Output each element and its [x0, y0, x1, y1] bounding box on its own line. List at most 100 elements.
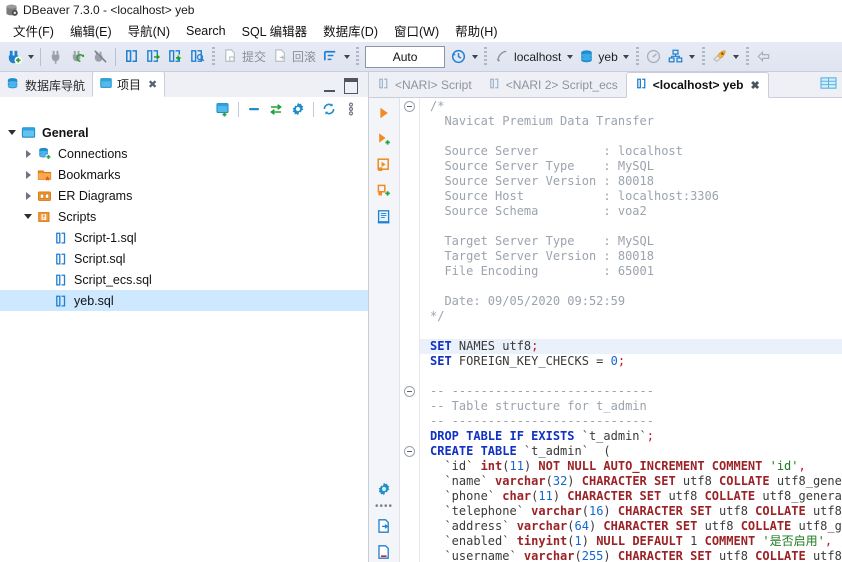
code-token: 32	[552, 474, 568, 488]
code-token: CHARACTER SET	[567, 489, 662, 503]
transaction-auto-commit-value[interactable]: Auto	[365, 45, 446, 68]
tree-item-script-sql[interactable]: Script.sql	[0, 248, 368, 269]
chevron-down-icon[interactable]	[20, 214, 36, 219]
view-menu-icon[interactable]	[340, 99, 362, 120]
code-fold-toggle[interactable]	[404, 101, 415, 112]
tree-item-general[interactable]: General	[0, 122, 368, 143]
transaction-mode-icon[interactable]	[319, 46, 341, 68]
code-token: )	[588, 519, 604, 533]
close-icon[interactable]: ✖	[750, 79, 759, 92]
database-name-label[interactable]: yeb	[597, 50, 620, 64]
rocket-dropdown-arrow[interactable]	[731, 46, 742, 68]
code-line: -- ----------------------------	[430, 384, 842, 399]
new-sql-editor-icon[interactable]	[142, 46, 164, 68]
menu-edit[interactable]: 编辑(E)	[62, 20, 120, 42]
sql-editor-tab-icon	[635, 77, 648, 93]
chevron-right-icon[interactable]	[20, 150, 36, 158]
code-line: Target Server Version : 80018	[430, 249, 842, 264]
explain-plan-icon[interactable]	[373, 206, 395, 227]
grid-view-icon[interactable]	[820, 76, 837, 94]
export-data-icon[interactable]	[373, 515, 395, 536]
menu-file[interactable]: 文件(F)	[5, 20, 62, 42]
code-token: File Encoding : 65001	[430, 264, 654, 278]
back-arrow-icon[interactable]	[753, 46, 775, 68]
schema-compare-dropdown-arrow[interactable]	[687, 46, 698, 68]
disconnect-all-icon[interactable]	[89, 46, 111, 68]
editor-tab-localhost-yeb[interactable]: <localhost> yeb ✖	[625, 72, 769, 98]
execute-script-icon[interactable]	[373, 128, 395, 149]
tree-item-bookmarks[interactable]: Bookmarks	[0, 164, 368, 185]
connection-name-label[interactable]: localhost	[513, 50, 564, 64]
close-icon[interactable]: ✖	[148, 78, 157, 91]
rollback-icon[interactable]	[269, 46, 291, 68]
refresh-icon[interactable]	[318, 99, 340, 120]
gear-icon[interactable]	[287, 99, 309, 120]
schema-compare-icon[interactable]	[665, 46, 687, 68]
transaction-history-icon[interactable]	[447, 46, 469, 68]
refresh-connection-icon[interactable]	[67, 46, 89, 68]
menu-sql-editor[interactable]: SQL 编辑器	[234, 20, 316, 42]
connection-icon[interactable]	[491, 46, 513, 68]
tree-item-script-1-sql[interactable]: Script-1.sql	[0, 227, 368, 248]
menu-navigate[interactable]: 导航(N)	[120, 20, 178, 42]
dashboard-icon[interactable]	[643, 46, 665, 68]
menu-search[interactable]: Search	[178, 23, 234, 40]
execute-new-tab-icon[interactable]	[373, 154, 395, 175]
editor-tab-label: <localhost> yeb	[652, 78, 744, 92]
commit-label[interactable]: 提交	[241, 48, 269, 65]
editor-tab-label: <NARI> Script	[395, 78, 472, 92]
tree-item-yeb-sql[interactable]: yeb.sql	[0, 290, 368, 311]
code-token: `telephone`	[430, 504, 532, 518]
chevron-down-icon[interactable]	[4, 130, 20, 135]
gear-icon[interactable]	[373, 478, 395, 499]
disconnect-icon[interactable]	[45, 46, 67, 68]
chevron-right-icon[interactable]	[20, 171, 36, 179]
rollback-label[interactable]: 回滚	[291, 48, 319, 65]
code-line: SET FOREIGN_KEY_CHECKS = 0;	[430, 354, 842, 369]
sql-code-area[interactable]: /* Navicat Premium Data Transfer Source …	[400, 98, 842, 562]
menu-help[interactable]: 帮助(H)	[447, 20, 505, 42]
rocket-icon[interactable]	[709, 46, 731, 68]
dots-icon[interactable]: ••••	[375, 502, 393, 512]
code-token: `enabled`	[430, 534, 517, 548]
tree-item-connections[interactable]: Connections	[0, 143, 368, 164]
commit-icon[interactable]	[219, 46, 241, 68]
project-icon	[20, 125, 37, 141]
tree-item-scripts[interactable]: Scripts	[0, 206, 368, 227]
new-connection-dropdown-arrow[interactable]	[25, 46, 36, 68]
chevron-right-icon[interactable]	[20, 192, 36, 200]
database-icon[interactable]	[575, 46, 597, 68]
project-tree[interactable]: General Connections Bookmarks ER Diagram…	[0, 121, 368, 562]
code-fold-toggle[interactable]	[404, 386, 415, 397]
collapse-all-icon[interactable]	[243, 99, 265, 120]
sql-script-search-icon[interactable]	[186, 46, 208, 68]
editor-tab-nari2-script-ecs[interactable]: <NARI 2> Script_ecs	[480, 73, 626, 97]
code-fold-toggle[interactable]	[404, 446, 415, 457]
execute-expression-icon[interactable]	[373, 180, 395, 201]
tree-item-script-ecs-sql[interactable]: Script_ecs.sql	[0, 269, 368, 290]
menu-window[interactable]: 窗口(W)	[386, 20, 447, 42]
editor-tab-nari-script[interactable]: <NARI> Script	[369, 73, 480, 97]
transaction-history-dropdown-arrow[interactable]	[469, 46, 480, 68]
minimize-icon[interactable]	[324, 81, 335, 92]
code-fold-column[interactable]	[400, 98, 420, 562]
recent-sql-editor-icon[interactable]	[164, 46, 186, 68]
sql-file-icon	[52, 293, 69, 309]
new-connection-icon[interactable]	[3, 46, 25, 68]
generate-sql-icon[interactable]	[373, 541, 395, 562]
sql-editor-icon[interactable]	[120, 46, 142, 68]
tab-projects[interactable]: 项目 ✖	[92, 71, 166, 97]
transaction-mode-dropdown-arrow[interactable]	[341, 46, 352, 68]
dbeaver-window: DBeaver 7.3.0 - <localhost> yeb 文件(F) 编辑…	[0, 0, 842, 562]
execute-icon[interactable]	[373, 102, 395, 123]
connection-dropdown-arrow[interactable]	[564, 46, 575, 68]
maximize-icon[interactable]	[344, 78, 358, 94]
new-project-icon[interactable]	[212, 99, 234, 120]
sql-code-lines[interactable]: /* Navicat Premium Data Transfer Source …	[420, 98, 842, 562]
tree-item-label: Script_ecs.sql	[74, 272, 152, 287]
database-dropdown-arrow[interactable]	[621, 46, 632, 68]
menu-database[interactable]: 数据库(D)	[315, 20, 386, 42]
tree-item-er-diagrams[interactable]: ER Diagrams	[0, 185, 368, 206]
link-editor-icon[interactable]	[265, 99, 287, 120]
tab-database-navigator[interactable]: 数据库导航	[0, 73, 92, 97]
